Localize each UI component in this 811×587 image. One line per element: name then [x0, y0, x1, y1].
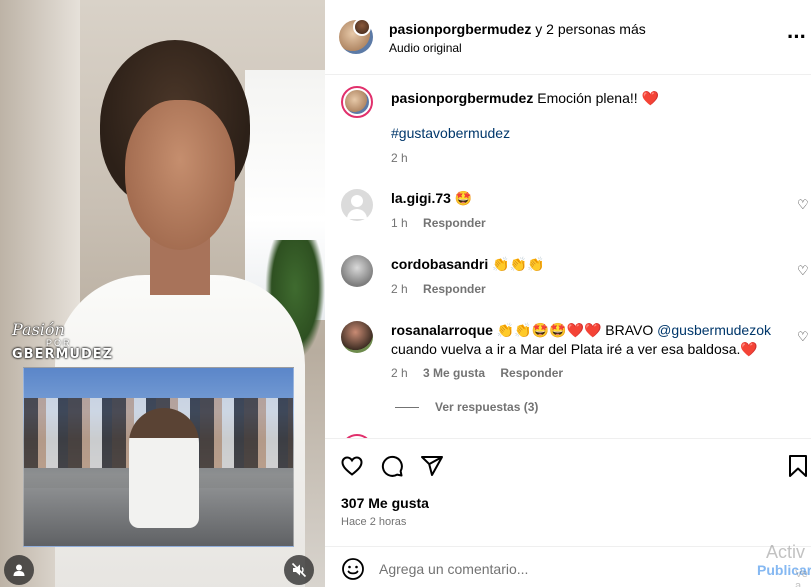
reply-button[interactable]: Responder — [423, 216, 486, 230]
comment-button[interactable] — [379, 453, 405, 479]
comment-text-cont: cuando vuelva a ir a Mar del Plata iré a… — [391, 341, 758, 357]
reel-video[interactable]: Pasión POR GBERMUDEZ — [0, 0, 325, 587]
brand-name-text: GBERMUDEZ — [12, 347, 114, 362]
comment-text: 👏👏👏 — [488, 256, 545, 272]
reply-button[interactable]: Responder — [423, 282, 486, 296]
comment-meta: 2 h Responder — [391, 282, 498, 296]
audio-link[interactable]: Audio original — [389, 41, 462, 55]
comment-time[interactable]: 1 h — [391, 216, 408, 230]
windows-activation-watermark-sub: Ve a C — [795, 568, 808, 587]
commenter-avatar[interactable] — [341, 255, 373, 287]
comment-mention[interactable]: @gusbermudezok — [657, 322, 771, 338]
user-icon — [13, 564, 25, 576]
send-icon — [421, 456, 443, 476]
caption-body: pasionporgbermudez Emoción plena!! ❤️ — [391, 89, 791, 108]
tagged-users-button[interactable] — [4, 555, 34, 585]
like-comment-icon[interactable]: ♡ — [797, 329, 809, 345]
comment-time[interactable]: 2 h — [391, 366, 408, 380]
caption-time[interactable]: 2 h — [391, 151, 408, 165]
post-header: pasionporgbermudez y 2 personas más Audi… — [325, 0, 811, 75]
likes-count[interactable]: 307 Me gusta — [341, 495, 429, 511]
comment-time[interactable]: 2 h — [391, 282, 408, 296]
comment-meta: 2 h 3 Me gusta Responder — [391, 366, 575, 380]
caption-author-avatar[interactable] — [341, 86, 373, 118]
post-details-panel: pasionporgbermudez y 2 personas más Audi… — [325, 0, 811, 587]
bookmark-icon — [789, 455, 807, 477]
share-button[interactable] — [419, 453, 445, 479]
commenter-avatar[interactable] — [341, 321, 373, 353]
author-username[interactable]: pasionporgbermudez — [389, 21, 531, 37]
like-button[interactable] — [339, 453, 365, 479]
post-time[interactable]: Hace 2 horas — [341, 516, 406, 528]
comment-likes[interactable]: 3 Me gusta — [423, 366, 485, 380]
more-options-icon[interactable]: ··· — [787, 24, 807, 50]
save-button[interactable] — [785, 453, 811, 479]
comments-list[interactable]: pasionporgbermudez Emoción plena!! ❤️ #g… — [325, 76, 811, 438]
comment-body: la.gigi.73 🤩 — [391, 189, 791, 208]
post-actions: 307 Me gusta Hace 2 horas — [325, 438, 811, 538]
emoji-button[interactable] — [341, 557, 365, 581]
windows-activation-watermark: Activ — [766, 542, 806, 562]
inset-kneeling-man — [129, 408, 199, 528]
like-comment-icon[interactable]: ♡ — [797, 263, 809, 279]
view-replies-button[interactable]: Ver respuestas (3) — [395, 400, 538, 414]
inset-photo — [23, 367, 294, 547]
author-line: pasionporgbermudez y 2 personas más — [389, 21, 646, 37]
commenter-avatar[interactable] — [341, 189, 373, 221]
comment-username[interactable]: rosanalarroque — [391, 322, 493, 338]
mute-toggle-button[interactable] — [284, 555, 314, 585]
caption-hashtag[interactable]: #gustavobermudez — [391, 124, 791, 143]
comment-body: rosanalarroque 👏👏🤩🤩❤️❤️ BRAVO @gusbermud… — [391, 321, 791, 359]
smiley-icon — [342, 558, 364, 580]
comment-username[interactable]: cordobasandri — [391, 256, 488, 272]
comment-bubble-icon — [381, 455, 403, 477]
comment-body: cordobasandri 👏👏👏 — [391, 255, 791, 274]
brand-script-text: Pasión — [12, 320, 65, 339]
heart-icon — [341, 456, 363, 476]
speaker-muted-icon — [291, 562, 307, 578]
add-comment-bar: Publicar — [325, 546, 811, 587]
comment-text: 👏👏🤩🤩❤️❤️ BRAVO — [492, 322, 658, 338]
comment-input[interactable] — [379, 555, 739, 583]
comment-username[interactable]: la.gigi.73 — [391, 190, 451, 206]
channel-brand-overlay: Pasión POR GBERMUDEZ — [12, 322, 122, 362]
caption-meta: 2 h — [391, 151, 420, 165]
comment-meta: 1 h Responder — [391, 216, 498, 230]
caption-text: Emoción plena!! ❤️ — [533, 90, 659, 106]
collaborator-avatar[interactable] — [353, 18, 371, 36]
collaborators-text[interactable]: y 2 personas más — [531, 21, 646, 37]
caption-username[interactable]: pasionporgbermudez — [391, 90, 533, 106]
comment-text: 🤩 — [450, 190, 473, 206]
like-comment-icon[interactable]: ♡ — [797, 197, 809, 213]
reply-button[interactable]: Responder — [500, 366, 563, 380]
subject-face — [125, 100, 235, 250]
